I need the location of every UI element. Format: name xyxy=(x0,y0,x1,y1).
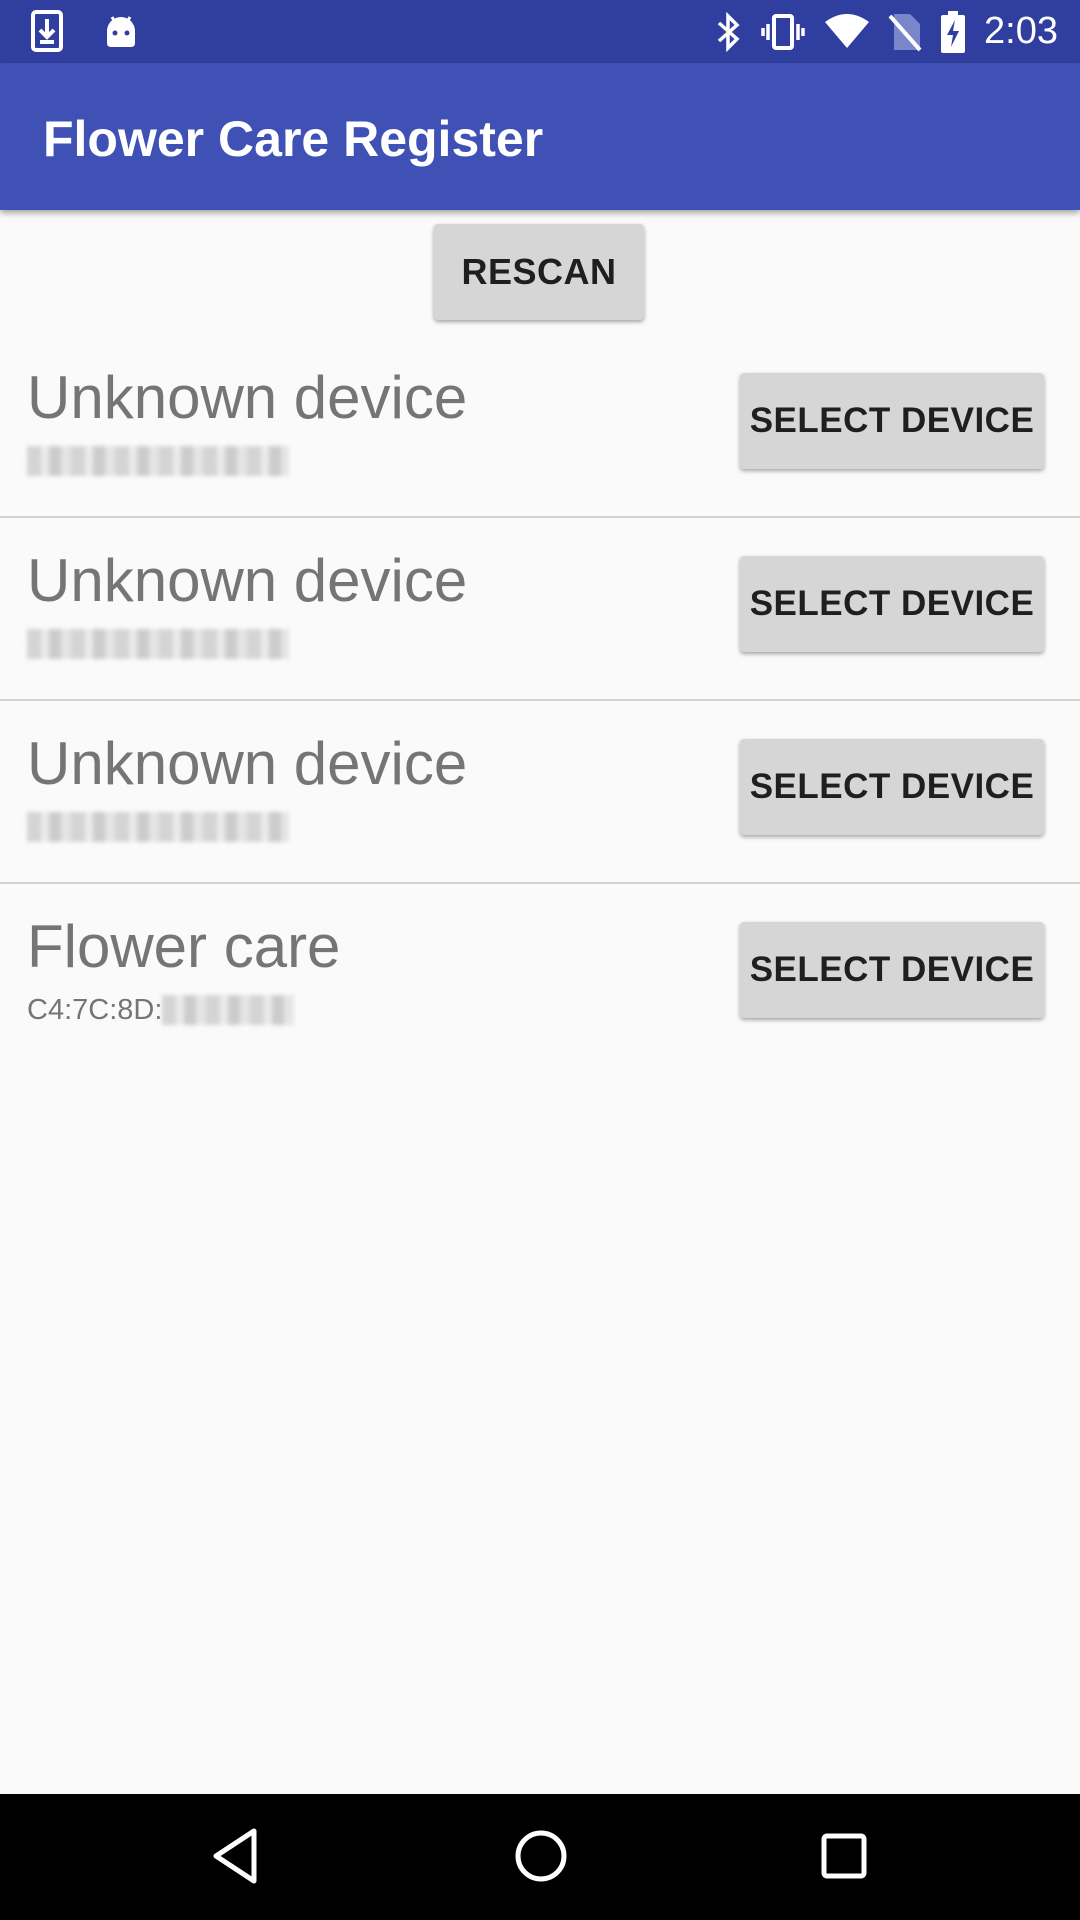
device-address xyxy=(27,811,289,843)
redacted-address xyxy=(27,629,289,659)
device-name: Unknown device xyxy=(27,730,468,797)
bluetooth-icon xyxy=(716,11,742,52)
device-address xyxy=(27,628,289,660)
app-bar: Flower Care Register xyxy=(0,63,1080,210)
back-icon[interactable] xyxy=(210,1827,260,1890)
android-icon xyxy=(104,13,138,49)
app-title: Flower Care Register xyxy=(43,111,544,167)
device-address: C4:7C:8D: xyxy=(27,993,295,1026)
vibrate-icon xyxy=(760,12,806,52)
download-icon xyxy=(30,10,64,52)
device-name: Unknown device xyxy=(27,364,468,431)
no-sim-icon xyxy=(888,12,922,52)
wifi-icon xyxy=(824,13,870,50)
redacted-address xyxy=(27,446,289,476)
navigation-bar xyxy=(0,1794,1080,1920)
device-address xyxy=(27,445,289,477)
rescan-button[interactable]: RESCAN xyxy=(434,224,644,320)
redacted-address xyxy=(27,812,289,842)
device-address-prefix: C4:7C:8D: xyxy=(27,993,163,1026)
device-row: Unknown device SELECT DEVICE xyxy=(0,699,1080,884)
battery-charging-icon xyxy=(940,10,966,53)
device-name: Unknown device xyxy=(27,547,468,614)
select-device-button[interactable]: SELECT DEVICE xyxy=(740,373,1044,469)
device-name: Flower care xyxy=(27,913,341,980)
status-bar: 2:03 xyxy=(0,0,1080,63)
recents-icon[interactable] xyxy=(820,1827,868,1890)
device-row: Unknown device SELECT DEVICE xyxy=(0,516,1080,701)
select-device-button[interactable]: SELECT DEVICE xyxy=(740,556,1044,652)
select-device-button[interactable]: SELECT DEVICE xyxy=(740,922,1044,1018)
redacted-address xyxy=(162,995,295,1025)
device-row: Flower care C4:7C:8D: SELECT DEVICE xyxy=(0,882,1080,1065)
device-row: Unknown device SELECT DEVICE xyxy=(0,333,1080,518)
status-time: 2:03 xyxy=(984,10,1058,52)
home-icon[interactable] xyxy=(513,1827,569,1890)
select-device-button[interactable]: SELECT DEVICE xyxy=(740,739,1044,835)
